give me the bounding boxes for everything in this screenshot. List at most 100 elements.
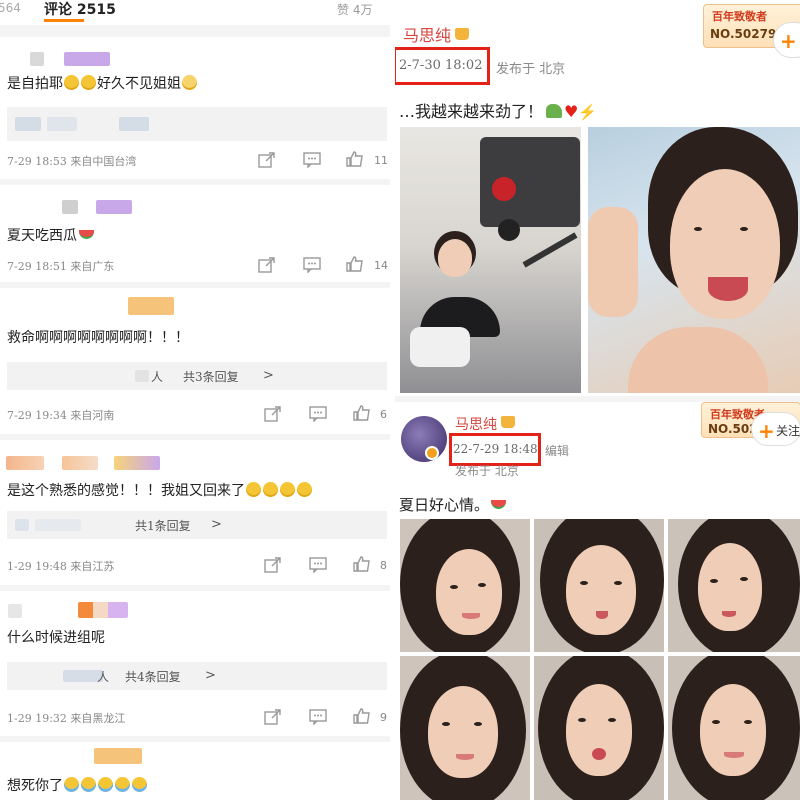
crown-icon <box>501 416 515 428</box>
comment-meta: 7-29 18:53 来自中国台湾 <box>7 155 137 168</box>
dinosaur-emoji-icon <box>546 104 563 118</box>
reply-prefix: 人 <box>97 670 110 684</box>
tearful-emoji-icon <box>280 482 295 497</box>
reply-prefix: 人 <box>151 370 164 384</box>
post-text: 夏日好心情。 <box>399 494 507 515</box>
comment-meta: 7-29 18:51 来自广东 <box>7 260 115 273</box>
thumbs-up-icon[interactable] <box>353 708 371 724</box>
follow-button[interactable]: + <box>773 22 800 58</box>
thumbs-up-icon[interactable] <box>353 556 371 572</box>
likes-tab[interactable]: 赞 4万 <box>337 1 372 18</box>
tearful-emoji-icon <box>246 482 261 497</box>
divider <box>0 585 390 591</box>
comment-text: 是这个熟悉的感觉！！！我姐又回来了 <box>7 480 313 500</box>
comment-meta: 1-29 19:48 来自江苏 <box>7 560 115 573</box>
grid-photo-5[interactable] <box>534 656 664 800</box>
post-text-main: 夏日好心情。 <box>399 496 490 514</box>
thumbs-up-icon[interactable] <box>346 256 364 272</box>
share-icon[interactable] <box>264 406 282 422</box>
post-edited: 编辑 <box>545 444 570 458</box>
username-blurred[interactable] <box>128 297 174 315</box>
like-count: 8 <box>380 559 387 572</box>
like-count: 6 <box>380 408 387 421</box>
comment-icon[interactable] <box>309 709 327 726</box>
post-username[interactable]: 马思纯 <box>403 22 470 46</box>
heart-icon: ♥ <box>564 102 579 121</box>
grid-photo-1[interactable] <box>400 519 530 652</box>
crying-emoji-icon <box>132 777 147 792</box>
view-replies-button[interactable]: 共1条回复 > <box>7 511 387 539</box>
share-icon[interactable] <box>258 257 276 273</box>
reposts-tab-count[interactable]: 564 <box>0 1 21 15</box>
thumbs-up-icon[interactable] <box>353 405 371 421</box>
comment-icon[interactable] <box>303 152 321 169</box>
comment-text-suffix: 好久不见姐姐 <box>97 76 181 92</box>
watermelon-emoji-icon <box>79 230 94 239</box>
thumbs-up-icon[interactable] <box>346 151 364 167</box>
crying-emoji-icon <box>64 777 79 792</box>
follow-button[interactable]: + 关注 <box>751 412 800 446</box>
chevron-right-icon: > <box>211 517 222 532</box>
avatar[interactable] <box>30 52 44 66</box>
chevron-right-icon: > <box>205 668 216 683</box>
view-replies-button[interactable]: 人 共3条回复 > <box>7 362 387 390</box>
chevron-right-icon: > <box>263 368 274 383</box>
username-blurred[interactable] <box>62 456 98 470</box>
crown-icon <box>455 28 470 40</box>
post-avatar[interactable] <box>401 416 447 462</box>
like-count: 11 <box>374 154 388 167</box>
gym-photo[interactable] <box>400 127 581 393</box>
post-source: 发布于 北京 <box>496 62 566 77</box>
avatar[interactable] <box>62 200 78 214</box>
quoted-reply-blurred[interactable] <box>7 107 387 141</box>
active-tab-underline <box>44 19 84 22</box>
username-blurred[interactable] <box>78 602 128 618</box>
lightning-icon: ⚡ <box>578 103 598 121</box>
post-source: 发布于 北京 <box>455 464 519 478</box>
share-icon[interactable] <box>264 557 282 573</box>
comment-text-main: 是自拍耶 <box>7 76 63 92</box>
post-username[interactable]: 马思纯 <box>455 414 515 434</box>
post-username-text: 马思纯 <box>403 26 452 45</box>
divider <box>0 434 390 440</box>
avatar[interactable] <box>8 604 22 618</box>
username-blurred[interactable] <box>94 748 142 764</box>
like-count: 9 <box>380 711 387 724</box>
post-time: 22-7-29 18:48 <box>453 442 538 456</box>
follow-label: 关注 <box>776 424 800 438</box>
divider <box>0 736 390 742</box>
grid-photo-3[interactable] <box>668 519 800 652</box>
comments-tab[interactable]: 评论 2515 <box>44 0 116 19</box>
comments-panel: 564 评论 2515 赞 4万 是自拍耶 好久不见姐姐 7-29 18:53 来… <box>0 0 390 800</box>
comment-icon[interactable] <box>309 557 327 574</box>
comment-icon[interactable] <box>303 257 321 274</box>
grid-photo-6[interactable] <box>668 656 800 800</box>
tearful-emoji-icon <box>263 482 278 497</box>
comments-header: 564 评论 2515 赞 4万 <box>0 0 390 22</box>
view-replies-button[interactable]: 人 共4条回复 > <box>7 662 387 690</box>
username-blurred[interactable] <box>114 456 160 470</box>
crying-emoji-icon <box>115 777 130 792</box>
username-blurred[interactable] <box>6 456 44 470</box>
posts-panel: 马思纯 百年致敬者 NO.502798 + 2-7-30 18:02 发布于 北… <box>395 0 800 800</box>
divider <box>0 25 390 37</box>
post-text-main: …我越来越来劲了！ <box>399 102 544 121</box>
badge-title: 百年致敬者 <box>712 10 767 23</box>
verified-badge-icon <box>425 446 439 460</box>
divider <box>0 282 390 288</box>
share-icon[interactable] <box>264 709 282 725</box>
comment-icon[interactable] <box>309 406 327 423</box>
reply-count: 共4条回复 <box>125 670 181 684</box>
comment-text-main: 是这个熟悉的感觉！！！我姐又回来了 <box>7 483 245 499</box>
crying-emoji-icon <box>81 777 96 792</box>
grid-photo-2[interactable] <box>534 519 664 652</box>
share-icon[interactable] <box>258 152 276 168</box>
username-blurred[interactable] <box>64 52 110 66</box>
selfie-photo[interactable] <box>588 127 800 393</box>
username-blurred[interactable] <box>96 200 132 214</box>
post-username-text: 马思纯 <box>455 417 497 433</box>
post-text: …我越来越来劲了！ ♥⚡ <box>399 98 597 122</box>
grid-photo-4[interactable] <box>400 656 530 800</box>
reply-count: 共3条回复 <box>183 370 239 384</box>
laughing-emoji-icon <box>64 75 79 90</box>
